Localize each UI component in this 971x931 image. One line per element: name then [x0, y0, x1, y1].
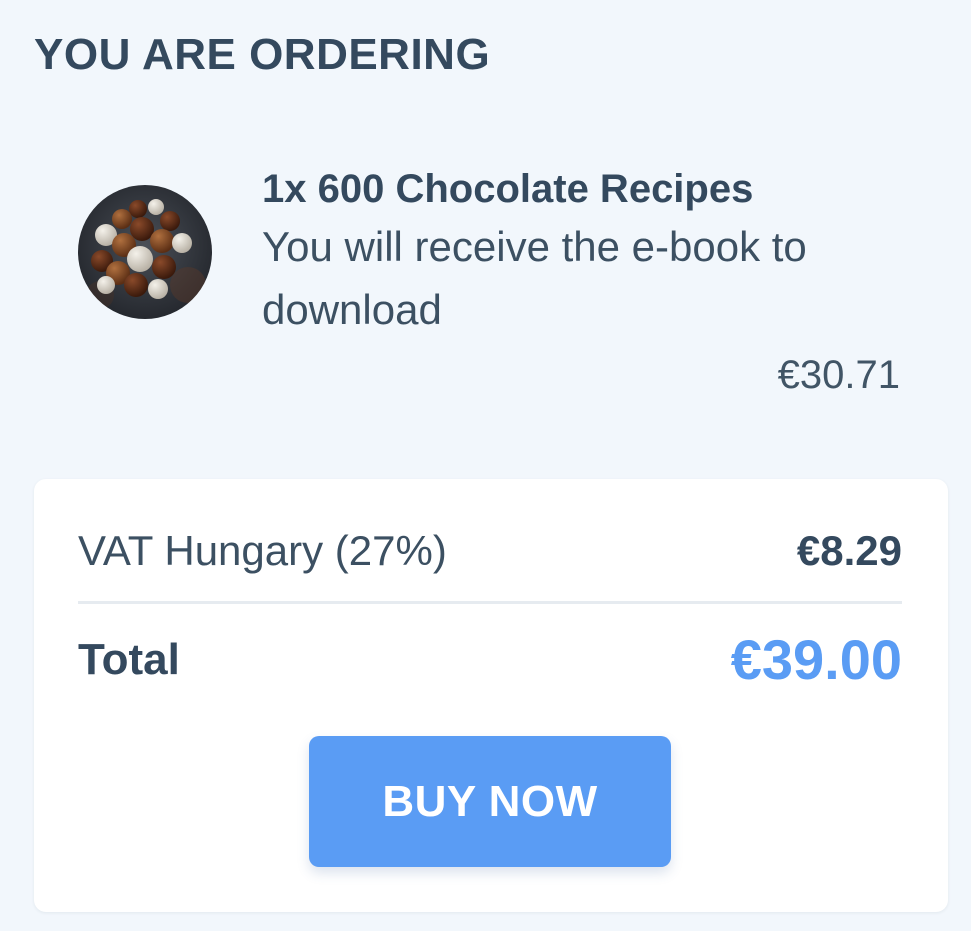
summary-divider: [78, 601, 902, 604]
product-image: [78, 185, 212, 319]
product-description: You will receive the e-book to download: [262, 223, 807, 333]
buy-now-button[interactable]: BUY NOW: [309, 736, 671, 867]
product-price: €30.71: [777, 353, 900, 397]
vat-label: VAT Hungary (27%): [78, 527, 447, 574]
order-heading: YOU ARE ORDERING: [34, 30, 491, 79]
vat-value: €8.29: [796, 527, 902, 574]
total-label: Total: [78, 634, 180, 684]
product-details: 1x 600 Chocolate Recipes You will receiv…: [262, 163, 902, 341]
order-summary-card: VAT Hungary (27%) €8.29 Total €39.00 BUY…: [34, 479, 948, 912]
total-row: Total €39.00: [78, 627, 902, 692]
total-value: €39.00: [730, 628, 902, 691]
vat-row: VAT Hungary (27%) €8.29: [78, 527, 902, 575]
product-title: 1x 600 Chocolate Recipes: [262, 167, 754, 211]
chocolate-truffles-icon: [78, 185, 212, 319]
